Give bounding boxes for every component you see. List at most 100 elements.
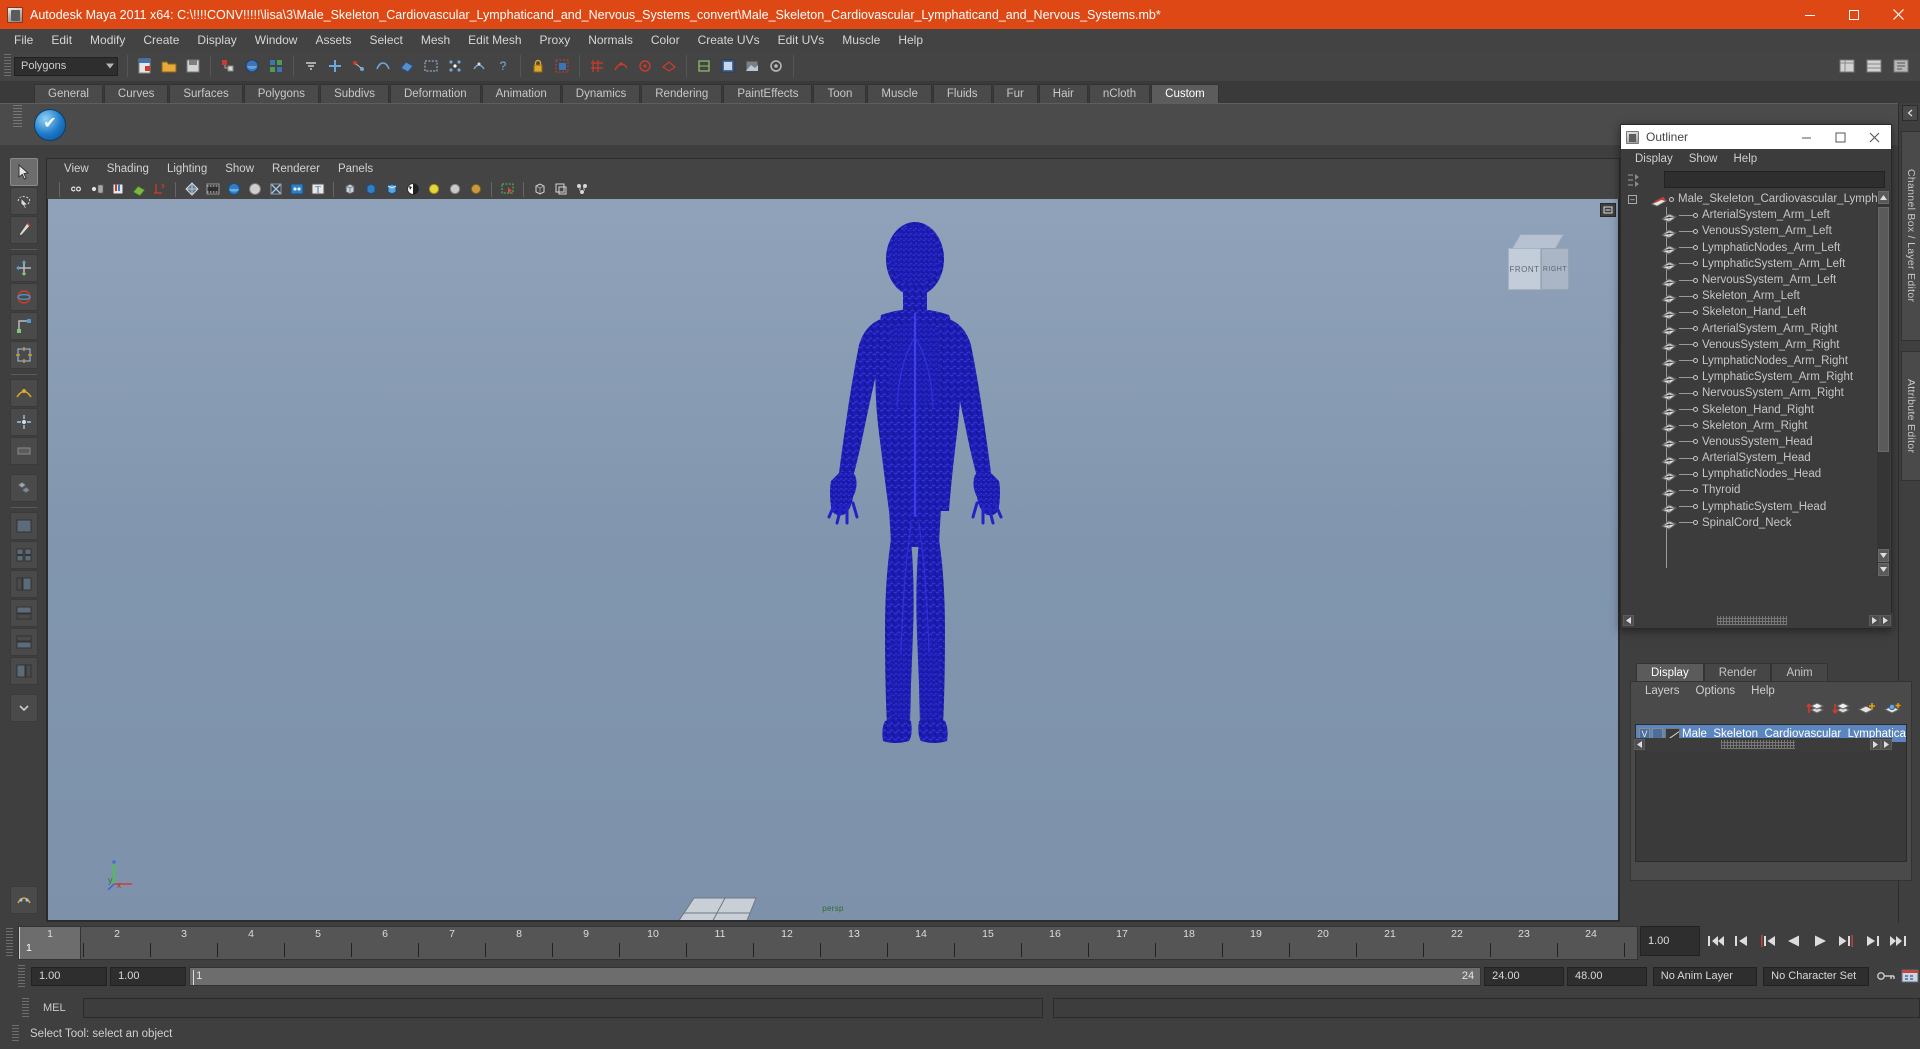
show-manipulator-tool[interactable] <box>10 408 38 436</box>
shelf-tab-animation[interactable]: Animation <box>481 84 561 103</box>
play-forwards-icon[interactable] <box>1808 928 1832 954</box>
scroll-right-icon[interactable] <box>1869 615 1880 626</box>
shelf-tab-fur[interactable]: Fur <box>992 84 1038 103</box>
lines-mask-icon[interactable] <box>348 55 370 77</box>
shelf-tab-subdivs[interactable]: Subdivs <box>320 84 389 103</box>
tab-render[interactable]: Render <box>1703 663 1772 681</box>
list-item[interactable]: Skeleton_Arm_Left <box>1621 288 1891 304</box>
menu-edit[interactable]: Edit <box>42 31 81 49</box>
layer-menu-options[interactable]: Options <box>1688 685 1744 697</box>
points-mask-icon[interactable] <box>324 55 346 77</box>
horizontal-scroll-track[interactable] <box>1636 615 1867 626</box>
list-item[interactable]: ArterialSystem_Head <box>1621 450 1891 466</box>
viewport-menu-view[interactable]: View <box>55 162 98 176</box>
tab-display[interactable]: Display <box>1636 663 1704 681</box>
lasso-select-tool[interactable] <box>10 187 38 215</box>
open-attribute-editor-icon[interactable] <box>1890 55 1912 77</box>
shelf-tab-dynamics[interactable]: Dynamics <box>561 84 641 103</box>
view-cube-front-face[interactable]: FRONT <box>1508 248 1541 290</box>
hardware-lighting-icon[interactable] <box>382 180 401 198</box>
xray-icon[interactable] <box>266 180 285 198</box>
menu-proxy[interactable]: Proxy <box>531 31 580 49</box>
list-item[interactable]: NervousSystem_Arm_Left <box>1621 272 1891 288</box>
layout-single-perspective[interactable] <box>10 512 38 540</box>
maximize-icon[interactable] <box>1823 125 1857 149</box>
custom-script-icon[interactable] <box>34 108 66 141</box>
open-scene-icon[interactable] <box>158 55 180 77</box>
layout-four-view[interactable] <box>10 541 38 569</box>
horizontal-scroll-track[interactable] <box>1645 740 1870 749</box>
smooth-shade-all-icon[interactable] <box>203 180 222 198</box>
range-slider-gripper[interactable] <box>18 965 25 987</box>
new-layer-icon[interactable] <box>1857 701 1877 721</box>
menu-display[interactable]: Display <box>188 31 245 49</box>
viewport-menu-lighting[interactable]: Lighting <box>158 162 216 176</box>
list-item[interactable]: ArterialSystem_Arm_Left <box>1621 207 1891 223</box>
scrollbar-grip[interactable] <box>1720 740 1795 749</box>
shadow-icon[interactable] <box>572 180 591 198</box>
list-item[interactable]: LymphaticSystem_Arm_Right <box>1621 369 1891 385</box>
list-item[interactable]: VenousSystem_Arm_Right <box>1621 337 1891 353</box>
shelf-tab-muscle[interactable]: Muscle <box>867 84 932 103</box>
help-line-gripper[interactable] <box>12 1025 19 1043</box>
shelf-tab-deformation[interactable]: Deformation <box>389 84 481 103</box>
shelf-tab-custom[interactable]: Custom <box>1151 84 1219 103</box>
snap-curve-icon[interactable] <box>610 55 632 77</box>
shelf-tab-polygons[interactable]: Polygons <box>243 84 320 103</box>
select-tool[interactable] <box>10 158 38 186</box>
new-scene-icon[interactable] <box>134 55 156 77</box>
render-settings-icon[interactable] <box>765 55 787 77</box>
rotate-tool[interactable] <box>10 283 38 311</box>
select-by-hierarchy-icon[interactable] <box>217 55 239 77</box>
animation-preferences-icon[interactable] <box>1899 966 1920 986</box>
scroll-left-icon[interactable] <box>1634 739 1645 750</box>
scroll-left-icon[interactable] <box>1623 615 1634 626</box>
layer-menu-help[interactable]: Help <box>1743 685 1783 697</box>
xray-mode-icon[interactable] <box>530 180 549 198</box>
layout-persp-outliner[interactable] <box>10 570 38 598</box>
texture-icon[interactable]: T <box>308 180 327 198</box>
step-forward-keyframe-icon[interactable] <box>1860 928 1884 954</box>
open-channel-box-icon[interactable] <box>1836 55 1858 77</box>
xray-joints-mode-icon[interactable] <box>551 180 570 198</box>
minimize-icon[interactable] <box>1789 125 1823 149</box>
range-start-field[interactable]: 1.00 <box>31 966 108 986</box>
hardware-texturing-icon[interactable] <box>361 180 380 198</box>
universal-manipulator-tool[interactable] <box>10 341 38 369</box>
shelf-tab-toon[interactable]: Toon <box>813 84 867 103</box>
snap-point-icon[interactable] <box>634 55 656 77</box>
construction-history-icon[interactable] <box>693 55 715 77</box>
current-frame-field[interactable]: 1.00 <box>1640 926 1700 956</box>
list-item[interactable]: VenousSystem_Arm_Left <box>1621 223 1891 239</box>
layout-quick-icon[interactable] <box>10 474 38 502</box>
scrollbar-grip[interactable] <box>1716 616 1787 625</box>
list-item[interactable]: LymphaticNodes_Arm_Right <box>1621 353 1891 369</box>
camera-attributes-icon[interactable] <box>87 180 106 198</box>
scroll-page-down-icon[interactable] <box>1878 563 1889 576</box>
menu-edit-mesh[interactable]: Edit Mesh <box>459 31 530 49</box>
snap-grid-icon[interactable] <box>586 55 608 77</box>
menu-file[interactable]: File <box>5 31 42 49</box>
viewport-menu-show[interactable]: Show <box>216 162 263 176</box>
keyframe-icon[interactable] <box>150 180 169 198</box>
snap-view-plane-icon[interactable] <box>658 55 680 77</box>
animation-end-field[interactable]: 48.00 <box>1566 966 1647 986</box>
list-item[interactable]: LymphaticSystem_Arm_Left <box>1621 256 1891 272</box>
anim-layer-field[interactable]: No Anim Layer <box>1652 966 1758 986</box>
lock-icon[interactable] <box>527 55 549 77</box>
list-item[interactable]: Skeleton_Hand_Left <box>1621 304 1891 320</box>
bookmark-icon[interactable] <box>10 886 38 914</box>
open-layer-editor-icon[interactable] <box>1863 55 1885 77</box>
shelf-tab-ncloth[interactable]: nCloth <box>1088 84 1151 103</box>
uvs-mask-icon[interactable] <box>396 55 418 77</box>
isolate-select-icon[interactable] <box>498 180 517 198</box>
range-slider-track[interactable]: 1 24 <box>189 966 1482 986</box>
command-input[interactable] <box>83 998 1043 1018</box>
vertices-mask-icon[interactable] <box>420 55 442 77</box>
list-item[interactable]: LymphaticNodes_Arm_Left <box>1621 240 1891 256</box>
selection-mode-dropdown[interactable]: Polygons <box>14 56 118 76</box>
view-cube[interactable]: FRONT RIGHT <box>1506 234 1576 298</box>
viewport-menu-renderer[interactable]: Renderer <box>263 162 329 176</box>
ipr-render-icon[interactable] <box>741 55 763 77</box>
new-layer-from-selected-icon[interactable] <box>1883 701 1903 721</box>
